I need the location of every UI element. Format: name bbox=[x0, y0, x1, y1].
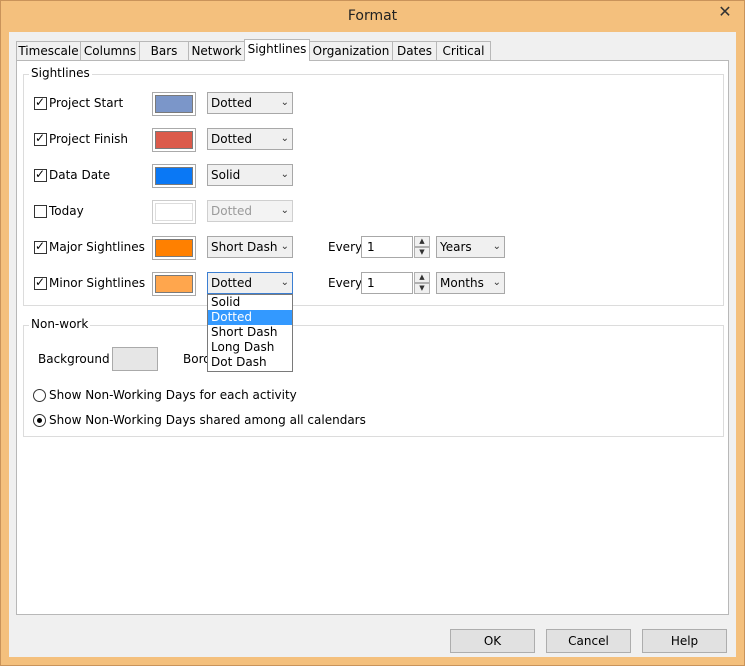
style-dropdown-list: Solid Dotted Short Dash Long Dash Dot Da… bbox=[207, 294, 293, 372]
radio-shared-calendars[interactable] bbox=[33, 414, 46, 427]
project-start-style-select[interactable]: Dotted ⌄ bbox=[207, 92, 293, 114]
tab-bars[interactable]: Bars bbox=[139, 41, 189, 60]
minor-sightlines-color-button[interactable] bbox=[152, 272, 196, 296]
spin-down-icon[interactable]: ▼ bbox=[414, 283, 430, 294]
tab-sightlines[interactable]: Sightlines bbox=[244, 39, 310, 61]
tab-network[interactable]: Network bbox=[188, 41, 245, 60]
today-checkbox[interactable] bbox=[34, 205, 47, 218]
select-value: Months bbox=[440, 276, 484, 290]
minor-every-spinner[interactable]: ▲ ▼ bbox=[414, 272, 430, 294]
project-start-label: Project Start bbox=[49, 96, 124, 110]
color-fill bbox=[155, 239, 193, 257]
today-style-select[interactable]: Dotted ⌄ bbox=[207, 200, 293, 222]
chevron-down-icon: ⌄ bbox=[280, 241, 289, 252]
dropdown-option-dot-dash[interactable]: Dot Dash bbox=[208, 355, 292, 370]
tab-critical[interactable]: Critical bbox=[436, 41, 491, 60]
dropdown-option-dotted[interactable]: Dotted bbox=[208, 310, 292, 325]
minor-unit-select[interactable]: Months ⌄ bbox=[436, 272, 505, 294]
tab-organization[interactable]: Organization bbox=[309, 41, 393, 60]
color-fill bbox=[155, 275, 193, 293]
help-button[interactable]: Help bbox=[642, 629, 727, 653]
background-color-button[interactable] bbox=[112, 347, 158, 371]
minor-every-label: Every bbox=[328, 276, 363, 290]
spin-up-icon[interactable]: ▲ bbox=[414, 236, 430, 247]
project-finish-label: Project Finish bbox=[49, 132, 129, 146]
color-fill bbox=[155, 167, 193, 185]
nonwork-group-label: Non-work bbox=[29, 317, 91, 331]
major-every-label: Every bbox=[328, 240, 363, 254]
data-date-color-button[interactable] bbox=[152, 164, 196, 188]
color-fill bbox=[155, 95, 193, 113]
major-every-input[interactable]: 1 bbox=[361, 236, 413, 258]
close-icon[interactable]: ✕ bbox=[710, 2, 740, 22]
dropdown-option-solid[interactable]: Solid bbox=[208, 295, 292, 310]
select-value: Short Dash bbox=[211, 240, 278, 254]
project-start-checkbox[interactable] bbox=[34, 95, 47, 110]
today-color-button[interactable] bbox=[152, 200, 196, 224]
select-value: Dotted bbox=[211, 96, 252, 110]
ok-button[interactable]: OK bbox=[450, 629, 535, 653]
chevron-down-icon: ⌄ bbox=[492, 241, 501, 252]
major-sightlines-color-button[interactable] bbox=[152, 236, 196, 260]
major-every-spinner[interactable]: ▲ ▼ bbox=[414, 236, 430, 258]
chevron-down-icon: ⌄ bbox=[280, 133, 289, 144]
format-dialog: Format ✕ Timescale Columns Bars Network … bbox=[0, 0, 745, 666]
major-sightlines-style-select[interactable]: Short Dash ⌄ bbox=[207, 236, 293, 258]
data-date-label: Data Date bbox=[49, 168, 111, 182]
spin-up-icon[interactable]: ▲ bbox=[414, 272, 430, 283]
title-bar[interactable]: Format ✕ bbox=[1, 1, 744, 33]
dropdown-option-short-dash[interactable]: Short Dash bbox=[208, 325, 292, 340]
dropdown-option-long-dash[interactable]: Long Dash bbox=[208, 340, 292, 355]
chevron-down-icon: ⌄ bbox=[280, 97, 289, 108]
spin-down-icon[interactable]: ▼ bbox=[414, 247, 430, 258]
chevron-down-icon: ⌄ bbox=[492, 277, 501, 288]
project-finish-checkbox[interactable] bbox=[34, 131, 47, 146]
data-date-checkbox[interactable] bbox=[34, 167, 47, 182]
minor-sightlines-style-select[interactable]: Dotted ⌄ bbox=[207, 272, 293, 294]
major-unit-select[interactable]: Years ⌄ bbox=[436, 236, 505, 258]
cancel-button[interactable]: Cancel bbox=[546, 629, 631, 653]
major-sightlines-label: Major Sightlines bbox=[49, 240, 145, 254]
select-value: Dotted bbox=[211, 204, 252, 218]
select-value: Dotted bbox=[211, 132, 252, 146]
color-fill bbox=[155, 203, 193, 221]
radio-shared-calendars-label: Show Non-Working Days shared among all c… bbox=[49, 413, 366, 427]
radio-each-activity-label: Show Non-Working Days for each activity bbox=[49, 388, 297, 402]
minor-sightlines-label: Minor Sightlines bbox=[49, 276, 146, 290]
chevron-down-icon: ⌄ bbox=[280, 169, 289, 180]
minor-sightlines-checkbox[interactable] bbox=[34, 275, 47, 290]
project-finish-style-select[interactable]: Dotted ⌄ bbox=[207, 128, 293, 150]
minor-every-input[interactable]: 1 bbox=[361, 272, 413, 294]
project-start-color-button[interactable] bbox=[152, 92, 196, 116]
chevron-down-icon: ⌄ bbox=[280, 277, 289, 288]
select-value: Dotted bbox=[211, 276, 252, 290]
tab-columns[interactable]: Columns bbox=[80, 41, 140, 60]
radio-each-activity[interactable] bbox=[33, 389, 46, 402]
chevron-down-icon: ⌄ bbox=[280, 205, 289, 216]
sightlines-group-label: Sightlines bbox=[29, 66, 92, 80]
select-value: Years bbox=[440, 240, 472, 254]
background-label: Background bbox=[38, 352, 110, 366]
tab-dates[interactable]: Dates bbox=[392, 41, 437, 60]
major-sightlines-checkbox[interactable] bbox=[34, 239, 47, 254]
tab-timescale[interactable]: Timescale bbox=[16, 41, 81, 60]
select-value: Solid bbox=[211, 168, 241, 182]
color-fill bbox=[155, 131, 193, 149]
data-date-style-select[interactable]: Solid ⌄ bbox=[207, 164, 293, 186]
window-title: Format bbox=[347, 8, 398, 24]
project-finish-color-button[interactable] bbox=[152, 128, 196, 152]
today-label: Today bbox=[49, 204, 84, 218]
